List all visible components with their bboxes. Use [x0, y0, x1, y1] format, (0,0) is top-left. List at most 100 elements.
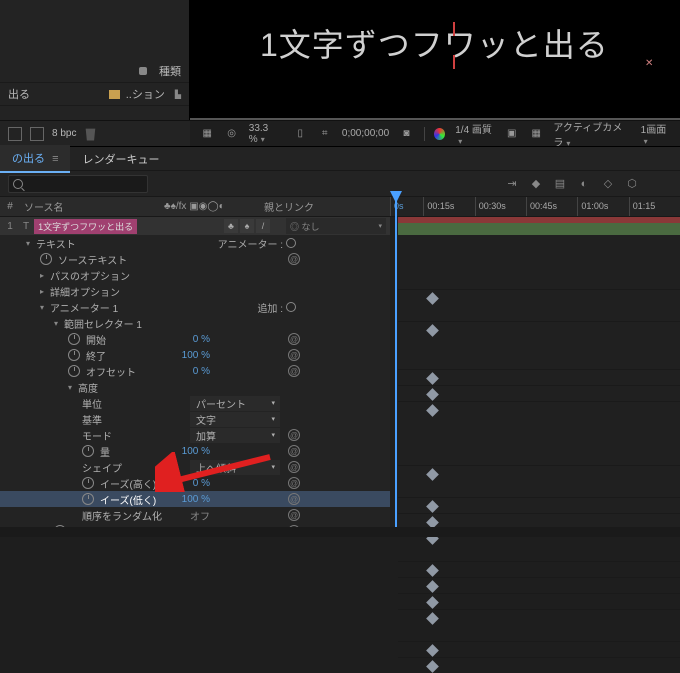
twirl-icon[interactable]: ▸	[40, 287, 50, 296]
shape-dropdown[interactable]: 上へ傾斜	[190, 460, 280, 475]
graph-editor-icon[interactable]: ◇	[600, 176, 616, 192]
expression-pickwhip-icon[interactable]: @	[288, 365, 300, 377]
keyframe-icon[interactable]	[426, 564, 439, 577]
stopwatch-icon[interactable]	[82, 493, 94, 505]
camera-dropdown[interactable]: アクティブカメラ	[553, 119, 630, 149]
keyframe-icon[interactable]	[426, 612, 439, 625]
prop-end[interactable]: 終了100 %@	[0, 347, 390, 363]
expression-pickwhip-icon[interactable]: @	[288, 461, 300, 473]
shy-icon[interactable]: ⇥	[504, 176, 520, 192]
transparency-icon[interactable]: ▦	[529, 127, 543, 141]
keyframe-icon[interactable]	[426, 388, 439, 401]
stopwatch-icon[interactable]	[68, 333, 80, 345]
add-property-button[interactable]: 追加 :	[257, 300, 296, 315]
stopwatch-icon[interactable]	[68, 349, 80, 361]
stopwatch-icon[interactable]	[82, 477, 94, 489]
parent-dropdown[interactable]: ◎ なし	[286, 218, 386, 234]
twirl-icon[interactable]: ▾	[54, 319, 64, 328]
prop-ease-high[interactable]: イーズ(高く)0 %@	[0, 475, 390, 491]
grid-icon[interactable]: ▯	[293, 127, 307, 141]
twirl-icon[interactable]: ▾	[26, 239, 36, 248]
expression-pickwhip-icon[interactable]: @	[288, 509, 300, 521]
keyframe-icon[interactable]	[426, 404, 439, 417]
units-dropdown[interactable]: パーセント	[190, 396, 280, 411]
expression-pickwhip-icon[interactable]: @	[288, 429, 300, 441]
stopwatch-icon[interactable]	[68, 365, 80, 377]
keyframe-icon[interactable]	[426, 644, 439, 657]
prop-units[interactable]: 単位パーセント	[0, 395, 390, 411]
guides-icon[interactable]: ⌗	[318, 127, 332, 141]
value-randomize[interactable]: オフ	[190, 508, 210, 523]
zoom-dropdown[interactable]: 33.3 %	[249, 123, 283, 145]
col-source[interactable]: ソース名	[20, 199, 160, 214]
expression-pickwhip-icon[interactable]: @	[288, 333, 300, 345]
prop-more-options[interactable]: ▸詳細オプション	[0, 283, 390, 299]
twirl-icon[interactable]: ▾	[40, 303, 50, 312]
search-input[interactable]	[8, 175, 148, 193]
prop-start[interactable]: 開始0 %@	[0, 331, 390, 347]
expression-pickwhip-icon[interactable]: @	[288, 253, 300, 265]
composition-preview[interactable]: 1文字ずつフワッと出る ✕	[190, 0, 680, 120]
prop-offset[interactable]: オフセット0 %@	[0, 363, 390, 379]
prop-amount[interactable]: 量100 %@	[0, 443, 390, 459]
prop-randomize[interactable]: 順序をランダム化オフ@	[0, 507, 390, 523]
mode-dropdown[interactable]: 加算	[190, 428, 280, 443]
add-animator-button[interactable]: アニメーター :	[218, 236, 296, 251]
comp-button-icon[interactable]: ◆	[528, 176, 544, 192]
stopwatch-icon[interactable]	[82, 445, 94, 457]
snapshot-icon[interactable]: ◙	[399, 127, 413, 141]
layer-name[interactable]: 1文字ずつフワッと出る	[34, 219, 137, 234]
keyframe-icon[interactable]	[426, 660, 439, 673]
prop-animator1[interactable]: ▾アニメーター 1追加 :	[0, 299, 390, 315]
prop-text-group[interactable]: ▾テキストアニメーター :	[0, 235, 390, 251]
keyframe-icon[interactable]	[426, 596, 439, 609]
expression-pickwhip-icon[interactable]: @	[288, 445, 300, 457]
current-time[interactable]: 0;00;00;00	[342, 128, 389, 139]
prop-source-text[interactable]: ソーステキスト@	[0, 251, 390, 267]
prop-range-selector[interactable]: ▾範囲セレクター 1	[0, 315, 390, 331]
keyframe-icon[interactable]	[426, 580, 439, 593]
keyframe-icon[interactable]	[426, 292, 439, 305]
new-comp-icon[interactable]	[30, 127, 44, 141]
keyframe-icon[interactable]	[426, 468, 439, 481]
tab-composition[interactable]: の出る ≡	[0, 145, 70, 173]
layer-switches[interactable]: ♣♠/	[224, 219, 270, 233]
track-area[interactable]	[390, 217, 680, 527]
layer-row[interactable]: 1 T 1文字ずつフワッと出る ♣♠/ ◎ なし	[0, 217, 390, 235]
view-dropdown[interactable]: 1画面	[641, 121, 670, 147]
keyframe-icon[interactable]	[426, 324, 439, 337]
prop-path-options[interactable]: ▸パスのオプション	[0, 267, 390, 283]
toggle-mask-icon[interactable]: ◎	[224, 127, 238, 141]
expression-pickwhip-icon[interactable]: @	[288, 493, 300, 505]
value-start[interactable]: 0 %	[193, 334, 210, 345]
prop-shape[interactable]: シェイプ上へ傾斜@	[0, 459, 390, 475]
toggle-alpha-icon[interactable]: ▦	[200, 127, 214, 141]
resolution-dropdown[interactable]: 1/4 画質	[455, 121, 494, 147]
prop-mode[interactable]: モード加算@	[0, 427, 390, 443]
prop-advanced[interactable]: ▾高度	[0, 379, 390, 395]
channel-icon[interactable]	[434, 128, 445, 140]
value-ease-low[interactable]: 100 %	[182, 494, 210, 505]
prop-ease-low[interactable]: イーズ(低く)100 %@	[0, 491, 390, 507]
expression-pickwhip-icon[interactable]: @	[288, 477, 300, 489]
time-ruler[interactable]: 0s 00:15s 00:30s 00:45s 01:00s 01:15	[390, 197, 680, 217]
twirl-icon[interactable]: ▸	[40, 271, 50, 280]
expression-pickwhip-icon[interactable]: @	[288, 349, 300, 361]
twirl-icon[interactable]: ▾	[68, 383, 78, 392]
value-amount[interactable]: 100 %	[182, 446, 210, 457]
based-on-dropdown[interactable]: 文字	[190, 412, 280, 427]
brainstorm-icon[interactable]: ⬡	[624, 176, 640, 192]
value-ease-high[interactable]: 0 %	[193, 478, 210, 489]
value-end[interactable]: 100 %	[182, 350, 210, 361]
project-item[interactable]: 出る ..ション ▙	[0, 83, 189, 106]
motion-blur-icon[interactable]: ◐	[576, 176, 592, 192]
roi-icon[interactable]: ▣	[505, 127, 519, 141]
layer-duration-bar[interactable]	[398, 223, 680, 235]
keyframe-icon[interactable]	[426, 372, 439, 385]
bin-icon[interactable]	[8, 127, 22, 141]
prop-based-on[interactable]: 基準文字	[0, 411, 390, 427]
tab-render-queue[interactable]: レンダーキュー	[70, 146, 171, 172]
keyframe-icon[interactable]	[426, 500, 439, 513]
trash-icon[interactable]	[84, 127, 96, 141]
frame-blend-icon[interactable]: ▤	[552, 176, 568, 192]
